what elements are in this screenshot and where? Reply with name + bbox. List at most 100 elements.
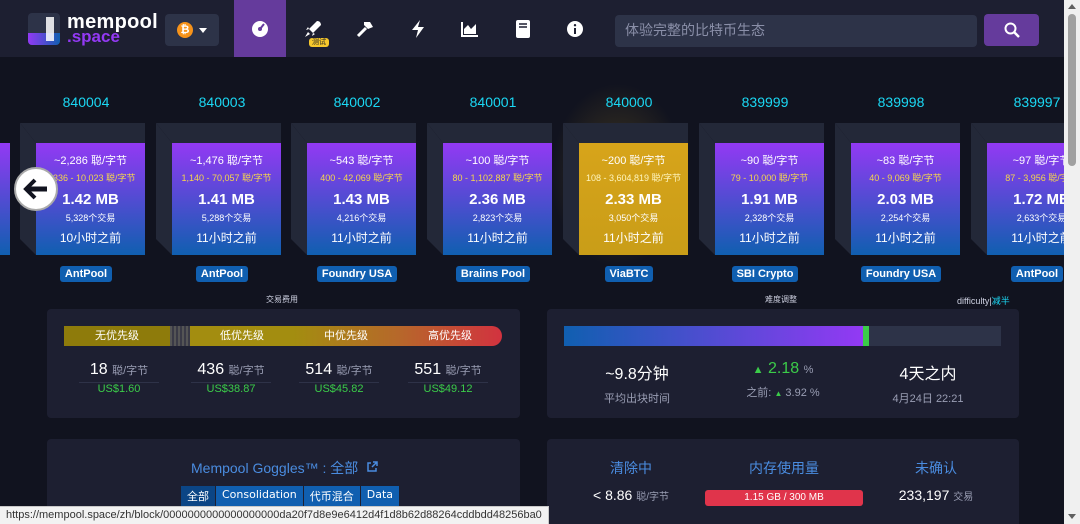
mining-pool-badge[interactable]: ViaBTC bbox=[604, 266, 654, 282]
block-height[interactable]: 840004 bbox=[20, 94, 152, 110]
difficulty-change: ▲ 2.18 % 之前: ▲ 3.92 % bbox=[713, 360, 853, 400]
nav-lightning[interactable] bbox=[392, 0, 444, 57]
block-height[interactable]: 839998 bbox=[835, 94, 967, 110]
nav-graphs[interactable] bbox=[444, 0, 496, 57]
block-cube-side bbox=[835, 123, 851, 255]
goggles-title-text[interactable]: Mempool Goggles™ : 全部 bbox=[191, 460, 358, 476]
block-pool: Braiins Pool bbox=[427, 264, 559, 282]
difficulty-eta: 4天之内 4月24日 22:21 bbox=[858, 360, 998, 406]
scroll-left-button[interactable] bbox=[14, 167, 58, 211]
block-5[interactable]: 839999 ~90 聪/字节 79 - 10,000 聪/字节 1.91 MB 2,3… bbox=[699, 80, 831, 282]
block-cube-side bbox=[699, 123, 715, 255]
block-pool: Foundry USA bbox=[835, 264, 967, 282]
block-fee-range: 80 - 1,102,887 聪/字节 bbox=[452, 173, 543, 183]
block-3[interactable]: 840001 ~100 聪/字节 80 - 1,102,887 聪/字节 2.36 M… bbox=[427, 80, 559, 282]
block-7[interactable]: 839997 ~97 聪/字节 87 - 3,956 聪/字节 1.72 MB 2,63… bbox=[971, 80, 1064, 282]
mining-pool-badge[interactable]: AntPool bbox=[195, 266, 249, 282]
unconfirmed-stat: 未确认 233,197 交易 bbox=[856, 458, 1016, 503]
block-pool: AntPool bbox=[20, 264, 152, 282]
block-cube-front[interactable]: ~543 聪/字节 400 - 42,069 聪/字节 1.43 MB 4,216个交… bbox=[307, 143, 416, 255]
block-2[interactable]: 840002 ~543 聪/字节 400 - 42,069 聪/字节 1.43 MB 4… bbox=[291, 80, 423, 282]
block-tx-count: 2,328个交易 bbox=[744, 213, 795, 223]
search-button[interactable] bbox=[984, 14, 1039, 46]
block-height[interactable]: 840002 bbox=[291, 94, 423, 110]
goggles-tab-data[interactable]: Data bbox=[360, 486, 400, 506]
fee-unit: 聪/字节 bbox=[445, 365, 482, 377]
block-tx-count: 3,050个交易 bbox=[608, 213, 659, 223]
block-fee-range: 87 - 3,956 聪/字节 bbox=[1005, 173, 1064, 183]
fee-unit: 聪/字节 bbox=[336, 365, 373, 377]
prev-label: 之前: bbox=[746, 387, 772, 399]
mining-pool-badge[interactable]: Foundry USA bbox=[316, 266, 398, 282]
block-cube-front[interactable]: ~1,476 聪/字节 1,140 - 70,057 聪/字节 1.41 MB 5,2… bbox=[172, 143, 281, 255]
mining-pool-badge[interactable]: AntPool bbox=[1010, 266, 1064, 282]
block-height[interactable]: 840003 bbox=[156, 94, 288, 110]
fee-usd: US$49.12 bbox=[423, 383, 473, 395]
mining-pool-badge[interactable]: Foundry USA bbox=[860, 266, 942, 282]
nav-about[interactable] bbox=[549, 0, 601, 57]
nav-dashboard[interactable] bbox=[234, 0, 286, 57]
block-cube-side bbox=[156, 123, 172, 255]
block-size: 1.41 MB bbox=[198, 191, 255, 208]
difficulty-link[interactable]: difficulty bbox=[957, 296, 989, 306]
block-median-fee: ~83 聪/字节 bbox=[876, 155, 935, 167]
fees-section-label: 交易费用 bbox=[266, 295, 298, 304]
scroll-down-arrow-icon[interactable] bbox=[1068, 514, 1076, 519]
block-cube-front[interactable]: ~90 聪/字节 79 - 10,000 聪/字节 1.91 MB 2,328个交易 1… bbox=[715, 143, 824, 255]
fee-usd: US$38.87 bbox=[206, 383, 256, 395]
fee-usd: US$1.60 bbox=[97, 383, 141, 395]
search-input[interactable] bbox=[615, 15, 977, 47]
fee-unit: 聪/字节 bbox=[228, 365, 265, 377]
goggles-tab-all[interactable]: 全部 bbox=[181, 486, 215, 506]
block-height[interactable]: 840001 bbox=[427, 94, 559, 110]
block-cube-front[interactable]: ~97 聪/字节 87 - 3,956 聪/字节 1.72 MB 2,633个交易 11… bbox=[987, 143, 1064, 255]
scrollbar-thumb[interactable] bbox=[1068, 14, 1076, 166]
nav-docs[interactable] bbox=[497, 0, 549, 57]
block-cube-top bbox=[20, 123, 145, 143]
memory-label: 内存使用量 bbox=[749, 460, 819, 476]
change-value: 2.18 bbox=[767, 360, 800, 377]
block-time: 10小时之前 bbox=[59, 231, 122, 245]
nav-accelerator[interactable] bbox=[287, 0, 339, 57]
block-pool: AntPool bbox=[156, 264, 288, 282]
block-cube-front[interactable]: ~100 聪/字节 80 - 1,102,887 聪/字节 2.36 MB 2,823… bbox=[443, 143, 552, 255]
block-median-fee: ~200 聪/字节 bbox=[601, 155, 666, 167]
goggles-title[interactable]: Mempool Goggles™ : 全部 bbox=[191, 458, 378, 478]
block-time: 11小时之前 bbox=[196, 231, 257, 245]
block-time: 11小时之前 bbox=[331, 231, 392, 245]
rocket-icon bbox=[305, 20, 321, 37]
mining-pool-badge[interactable]: Braiins Pool bbox=[455, 266, 531, 282]
block-size: 2.03 MB bbox=[877, 191, 934, 208]
nav-mining[interactable] bbox=[339, 0, 391, 57]
halving-link[interactable]: 减半 bbox=[992, 296, 1010, 306]
block-median-fee: ~1,476 聪/字节 bbox=[189, 155, 264, 167]
scroll-up-arrow-icon[interactable] bbox=[1068, 4, 1076, 9]
block-tx-count: 5,288个交易 bbox=[201, 213, 252, 223]
brand-domain[interactable]: .space bbox=[67, 27, 120, 47]
block-height[interactable]: 840000 bbox=[563, 94, 695, 110]
prev-change: 3.92 % bbox=[785, 387, 820, 399]
block-time: 11小时之前 bbox=[739, 231, 800, 245]
block-1[interactable]: 840003 ~1,476 聪/字节 1,140 - 70,057 聪/字节 1.41… bbox=[156, 80, 288, 282]
caret-up-icon: ▲ bbox=[752, 364, 764, 376]
mempool-logo-icon[interactable] bbox=[28, 13, 60, 45]
partial-block[interactable] bbox=[0, 143, 10, 255]
block-height[interactable]: 839997 bbox=[971, 94, 1064, 110]
network-selector[interactable]: ₿ bbox=[165, 14, 219, 46]
block-4[interactable]: 840000 ~200 聪/字节 108 - 3,604,819 聪/字节 2.33 … bbox=[563, 80, 695, 282]
mining-pool-badge[interactable]: AntPool bbox=[59, 266, 113, 282]
external-link-icon[interactable] bbox=[366, 461, 378, 473]
block-cube-front[interactable]: ~83 聪/字节 40 - 9,069 聪/字节 2.03 MB 2,254个交易 11… bbox=[851, 143, 960, 255]
mining-pool-badge[interactable]: SBI Crypto bbox=[731, 266, 799, 282]
block-cube-side bbox=[563, 123, 579, 255]
goggles-tab-consolidation[interactable]: Consolidation bbox=[216, 486, 303, 506]
avg-time-value: ~9.8分钟 bbox=[605, 366, 669, 383]
block-6[interactable]: 839998 ~83 聪/字节 40 - 9,069 聪/字节 2.03 MB 2,25… bbox=[835, 80, 967, 282]
fee-seg-low: 低优先级 bbox=[190, 326, 294, 346]
block-cube-front[interactable]: ~200 聪/字节 108 - 3,604,819 聪/字节 2.33 MB 3,05… bbox=[579, 143, 688, 255]
goggles-tab-coinjoin[interactable]: 代币混合 bbox=[303, 486, 360, 506]
lightning-icon bbox=[412, 19, 424, 38]
difficulty-halving-switch[interactable]: difficulty|减半 bbox=[957, 294, 1010, 307]
block-time: 11小时之前 bbox=[875, 231, 936, 245]
block-height[interactable]: 839999 bbox=[699, 94, 831, 110]
